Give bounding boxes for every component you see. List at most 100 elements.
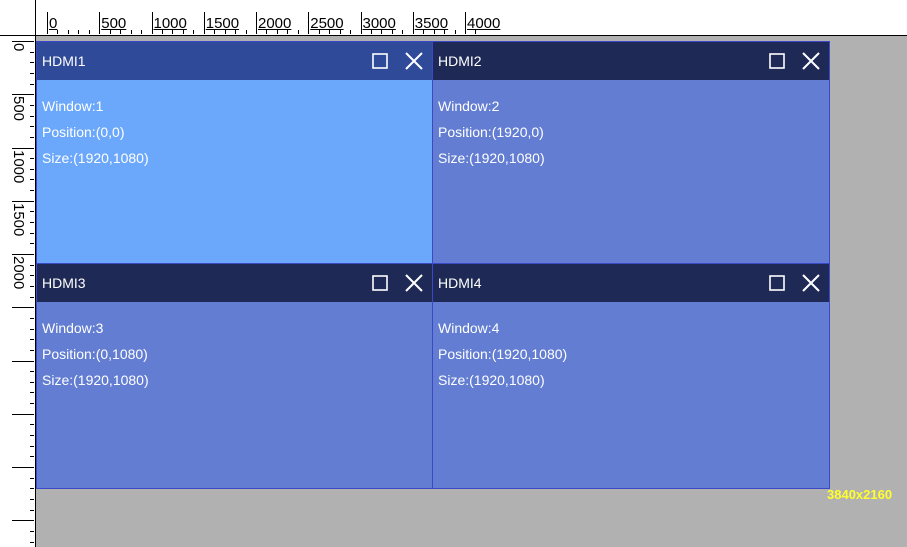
- ruler-minor-tick: [30, 190, 34, 192]
- window-body[interactable]: Window:4 Position:(1920,1080) Size:(1920…: [433, 302, 829, 488]
- window-titlebar[interactable]: HDMI2: [433, 42, 829, 80]
- maximize-icon[interactable]: [767, 273, 787, 293]
- ruler-minor-tick: [30, 211, 34, 213]
- vertical-ruler: 0 500 1000 1500 2000: [0, 36, 36, 547]
- ruler-label: 500: [101, 15, 127, 32]
- ruler-minor-tick: [30, 456, 34, 458]
- canvas-resolution-label: 3840x2160: [827, 487, 893, 502]
- ruler-minor-tick: [130, 30, 132, 34]
- window-size: Size:(1920,1080): [438, 150, 545, 166]
- video-wall-canvas[interactable]: HDMI1 Window:1 Position:(0,0) Size:(1920…: [36, 36, 907, 547]
- ruler-minor-tick: [30, 509, 34, 511]
- ruler-major-tick: [412, 12, 414, 34]
- ruler-minor-tick: [30, 83, 34, 85]
- ruler-minor-tick: [30, 115, 34, 117]
- ruler-minor-tick: [30, 371, 34, 373]
- ruler-major-tick: [256, 12, 257, 34]
- ruler-minor-tick: [30, 435, 34, 437]
- ruler-minor-tick: [141, 30, 143, 34]
- ruler-minor-tick: [30, 62, 34, 64]
- window-title: HDMI2: [438, 53, 482, 69]
- ruler-minor-tick: [193, 30, 195, 34]
- ruler-label: 500: [10, 96, 27, 122]
- ruler-major-tick: [12, 147, 34, 149]
- close-icon[interactable]: [801, 51, 821, 71]
- horizontal-ruler: 0 500 1000 1500 2000 2500 3000 3500 4000: [36, 0, 907, 36]
- ruler-minor-tick: [30, 403, 34, 405]
- ruler-minor-tick: [30, 424, 34, 426]
- window-number: Window:1: [42, 98, 104, 114]
- close-icon[interactable]: [404, 51, 424, 71]
- ruler-minor-tick: [30, 498, 34, 500]
- window-hdmi2[interactable]: HDMI2 Window:2 Position:(1920,0) Size:(1…: [432, 41, 830, 264]
- ruler-minor-tick: [88, 30, 90, 34]
- ruler-minor-tick: [30, 296, 34, 298]
- ruler-major-tick: [12, 520, 34, 522]
- ruler-major-tick: [12, 307, 34, 309]
- ruler-minor-tick: [30, 285, 34, 287]
- maximize-icon[interactable]: [370, 51, 390, 71]
- ruler-label: 1000: [10, 149, 27, 183]
- ruler-minor-tick: [30, 104, 34, 106]
- ruler-minor-tick: [30, 179, 34, 181]
- ruler-major-tick: [360, 12, 362, 34]
- close-icon[interactable]: [404, 273, 424, 293]
- ruler-major-tick: [12, 41, 34, 42]
- ruler-minor-tick: [245, 30, 247, 34]
- window-hdmi3[interactable]: HDMI3 Window:3 Position:(0,1080) Size:(1…: [36, 263, 433, 489]
- ruler-minor-tick: [30, 445, 34, 447]
- ruler-minor-tick: [30, 488, 34, 490]
- ruler-label: 3500: [414, 15, 449, 32]
- ruler-minor-tick: [78, 30, 80, 34]
- ruler-label: 0: [10, 43, 27, 52]
- ruler-major-tick: [99, 12, 101, 34]
- ruler-corner: [0, 0, 36, 36]
- window-body[interactable]: Window:2 Position:(1920,0) Size:(1920,10…: [433, 80, 829, 263]
- close-icon[interactable]: [801, 273, 821, 293]
- window-size: Size:(1920,1080): [438, 372, 545, 388]
- ruler-major-tick: [12, 360, 34, 362]
- window-number: Window:4: [438, 320, 500, 336]
- ruler-label: 2000: [10, 256, 27, 290]
- ruler-major-tick: [12, 467, 34, 468]
- ruler-major-tick: [12, 200, 34, 202]
- maximize-icon[interactable]: [370, 273, 390, 293]
- ruler-label: 1500: [205, 15, 240, 32]
- ruler-label: 2500: [310, 15, 344, 32]
- ruler-minor-tick: [30, 168, 34, 170]
- ruler-label: 2000: [258, 15, 292, 32]
- maximize-icon[interactable]: [767, 51, 787, 71]
- ruler-minor-tick: [402, 30, 404, 34]
- window-position: Position:(0,0): [42, 124, 125, 140]
- ruler-minor-tick: [30, 136, 34, 138]
- window-number: Window:2: [438, 98, 500, 114]
- window-hdmi1[interactable]: HDMI1 Window:1 Position:(0,0) Size:(1920…: [36, 41, 433, 264]
- window-number: Window:3: [42, 320, 104, 336]
- ruler-minor-tick: [30, 158, 34, 160]
- ruler-minor-tick: [30, 392, 34, 394]
- window-body[interactable]: Window:1 Position:(0,0) Size:(1920,1080): [37, 80, 432, 263]
- window-info: Window:2 Position:(1920,0) Size:(1920,10…: [438, 93, 545, 171]
- window-body[interactable]: Window:3 Position:(0,1080) Size:(1920,10…: [37, 302, 432, 488]
- window-titlebar[interactable]: HDMI1: [37, 42, 432, 80]
- ruler-minor-tick: [350, 30, 352, 34]
- ruler-major-tick: [12, 413, 34, 415]
- window-title: HDMI1: [42, 53, 86, 69]
- ruler-label: 0: [49, 15, 58, 32]
- window-hdmi4[interactable]: HDMI4 Window:4 Position:(1920,1080) Size…: [432, 263, 830, 489]
- ruler-minor-tick: [454, 30, 456, 34]
- ruler-minor-tick: [30, 477, 34, 479]
- window-titlebar[interactable]: HDMI4: [433, 264, 829, 302]
- window-size: Size:(1920,1080): [42, 150, 149, 166]
- window-position: Position:(1920,0): [438, 124, 544, 140]
- ruler-minor-tick: [30, 243, 34, 245]
- ruler-minor-tick: [30, 232, 34, 234]
- window-info: Window:4 Position:(1920,1080) Size:(1920…: [438, 315, 567, 393]
- ruler-minor-tick: [67, 30, 69, 34]
- ruler-minor-tick: [297, 30, 299, 34]
- ruler-minor-tick: [30, 72, 34, 74]
- window-size: Size:(1920,1080): [42, 372, 149, 388]
- window-titlebar[interactable]: HDMI3: [37, 264, 432, 302]
- ruler-major-tick: [47, 12, 48, 34]
- ruler-minor-tick: [30, 541, 34, 543]
